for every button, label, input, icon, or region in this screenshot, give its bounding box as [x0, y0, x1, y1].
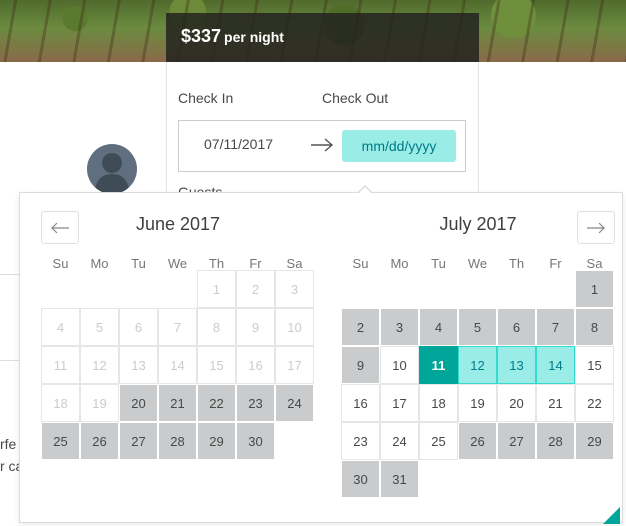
weekday-label: Mo	[90, 256, 109, 271]
weekday-label: Fr	[249, 256, 262, 271]
calendar-day-july-4: 4	[419, 308, 458, 346]
calendar-day-july-13[interactable]: 13	[497, 346, 536, 384]
popover-caret-fill	[358, 187, 372, 194]
calendar-day-july-21[interactable]: 21	[536, 384, 575, 422]
user-silhouette-icon	[94, 153, 130, 194]
calendar-day-july-7: 7	[536, 308, 575, 346]
calendar-day-july-16[interactable]: 16	[341, 384, 380, 422]
calendar-day-june-8: 8	[197, 308, 236, 346]
calendar-day-june-7: 7	[158, 308, 197, 346]
price-amount: $337	[181, 26, 222, 46]
calendar-day-july-12[interactable]: 12	[458, 346, 497, 384]
price-unit: per night	[224, 29, 284, 45]
weekday-label: We	[467, 256, 488, 271]
calendar-day-june-21: 21	[158, 384, 197, 422]
calendar-day-june-15: 15	[197, 346, 236, 384]
calendar-day-july-26: 26	[458, 422, 497, 460]
calendar-day-july-1: 1	[575, 270, 614, 308]
calendar-day-july-30: 30	[341, 460, 380, 498]
calendar-day-june-2: 2	[236, 270, 275, 308]
calendar-day-june-16: 16	[236, 346, 275, 384]
calendar-day-july-24[interactable]: 24	[380, 422, 419, 460]
calendar-day-july-28: 28	[536, 422, 575, 460]
check-out-input[interactable]: mm/dd/yyyy	[342, 130, 456, 162]
check-in-input[interactable]: 07/11/2017	[204, 136, 273, 152]
check-out-label: Check Out	[322, 90, 389, 106]
calendar-day-june-28: 28	[158, 422, 197, 460]
calendar-day-july-22[interactable]: 22	[575, 384, 614, 422]
calendar-day-june-6: 6	[119, 308, 158, 346]
weekday-label: Fr	[549, 256, 562, 271]
calendar-day-june-26: 26	[80, 422, 119, 460]
calendar-day-july-11[interactable]: 11	[419, 346, 458, 384]
calendar-day-july-17[interactable]: 17	[380, 384, 419, 422]
month-title-july: July 2017	[439, 214, 517, 234]
calendar-day-june-17: 17	[275, 346, 314, 384]
calendar-day-june-3: 3	[275, 270, 314, 308]
calendar-day-june-24: 24	[275, 384, 314, 422]
calendar-day-july-29: 29	[575, 422, 614, 460]
month-title-june: June 2017	[135, 214, 221, 234]
host-avatar[interactable]	[87, 144, 137, 194]
weekday-label: Sa	[586, 256, 603, 271]
calendar-day-july-23[interactable]: 23	[341, 422, 380, 460]
calendar-day-june-14: 14	[158, 346, 197, 384]
weekday-label: Su	[352, 256, 369, 271]
calendar-day-june-5: 5	[80, 308, 119, 346]
calendar-day-july-6: 6	[497, 308, 536, 346]
calendar-day-june-23: 23	[236, 384, 275, 422]
calendar-day-june-12: 12	[80, 346, 119, 384]
calendar-day-june-1: 1	[197, 270, 236, 308]
section-divider	[0, 360, 20, 361]
calendar-day-july-20[interactable]: 20	[497, 384, 536, 422]
calendar-day-june-25: 25	[41, 422, 80, 460]
calendar-day-july-19[interactable]: 19	[458, 384, 497, 422]
resize-corner	[603, 507, 620, 524]
calendar-day-june-30: 30	[236, 422, 275, 460]
calendar-day-july-31: 31	[380, 460, 419, 498]
listing-page: $337 per night Check In Check Out 07/11/2…	[0, 0, 626, 526]
weekday-label: Tu	[431, 256, 446, 271]
calendar-day-june-9: 9	[236, 308, 275, 346]
price-display: $337 per night	[181, 26, 284, 47]
weekday-label: Th	[508, 256, 525, 271]
calendar-day-july-14[interactable]: 14	[536, 346, 575, 384]
calendar-day-june-10: 10	[275, 308, 314, 346]
calendar-day-july-8: 8	[575, 308, 614, 346]
weekday-label: Th	[208, 256, 225, 271]
weekday-label: Su	[52, 256, 69, 271]
weekday-label: We	[167, 256, 188, 271]
calendar-day-june-29: 29	[197, 422, 236, 460]
check-in-label: Check In	[178, 90, 234, 106]
calendar-day-june-27: 27	[119, 422, 158, 460]
section-divider	[0, 274, 20, 275]
calendar-day-june-11: 11	[41, 346, 80, 384]
calendar-day-july-15[interactable]: 15	[575, 346, 614, 384]
calendar-day-june-18: 18	[41, 384, 80, 422]
calendar-day-july-18[interactable]: 18	[419, 384, 458, 422]
calendar-day-june-22: 22	[197, 384, 236, 422]
calendar-day-june-13: 13	[119, 346, 158, 384]
calendar-day-july-5: 5	[458, 308, 497, 346]
calendar-day-july-9: 9	[341, 346, 380, 384]
calendar-day-july-25[interactable]: 25	[419, 422, 458, 460]
description-text-fragment: rfe	[0, 436, 17, 452]
calendar-day-june-20: 20	[119, 384, 158, 422]
calendar-day-june-4: 4	[41, 308, 80, 346]
weekday-label: Sa	[286, 256, 303, 271]
calendar-day-july-10[interactable]: 10	[380, 346, 419, 384]
arrow-right-icon	[310, 137, 334, 157]
weekday-label: Mo	[390, 256, 409, 271]
calendar-day-july-3: 3	[380, 308, 419, 346]
calendar-day-july-2: 2	[341, 308, 380, 346]
calendar-day-july-27: 27	[497, 422, 536, 460]
weekday-label: Tu	[131, 256, 146, 271]
calendar-day-june-19: 19	[80, 384, 119, 422]
